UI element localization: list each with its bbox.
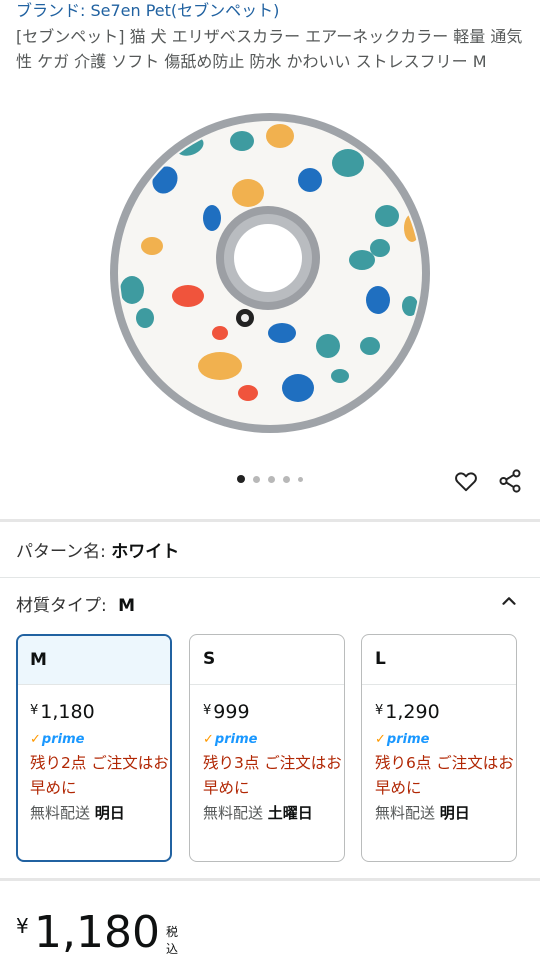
- currency-symbol: ¥: [16, 914, 29, 938]
- share-icon[interactable]: [497, 468, 523, 494]
- prime-check-icon: ✓: [203, 732, 214, 747]
- variant-size: M: [18, 636, 170, 685]
- prime-check-icon: ✓: [375, 732, 386, 747]
- stock-warning: 残り6点 ご注文はお早めに: [375, 754, 514, 797]
- prime-badge: ✓prime: [203, 732, 258, 747]
- material-type-row[interactable]: 材質タイプ: M: [16, 594, 135, 618]
- prime-badge: ✓prime: [30, 732, 85, 747]
- section-divider: [0, 519, 540, 522]
- material-value: M: [118, 596, 136, 616]
- shipping-info: 無料配送 土曜日: [203, 804, 313, 822]
- variant-card-l[interactable]: L ¥1,290 ✓prime 残り6点 ご注文はお早めに 無料配送 明日: [361, 634, 517, 862]
- variant-size: L: [362, 635, 516, 685]
- section-divider: [0, 878, 540, 881]
- pattern-name-row: パターン名: ホワイト: [16, 540, 179, 564]
- prime-check-icon: ✓: [30, 732, 41, 747]
- variant-price: ¥999: [203, 701, 250, 723]
- carousel-dot-3[interactable]: [268, 475, 275, 483]
- material-label: 材質タイプ:: [16, 596, 113, 616]
- variant-price: ¥1,180: [30, 701, 95, 723]
- variant-card-m[interactable]: M ¥1,180 ✓prime 残り2点 ご注文はお早めに 無料配送 明日: [16, 634, 172, 862]
- carousel-dot-1[interactable]: [237, 475, 245, 483]
- product-title: [セブンペット] 猫 犬 エリザベスカラー エアーネックカラー 軽量 通気性 ケ…: [16, 27, 523, 71]
- shipping-info: 無料配送 明日: [30, 804, 125, 822]
- prime-badge: ✓prime: [375, 732, 430, 747]
- carousel-dot-4[interactable]: [283, 475, 290, 483]
- variant-price: ¥1,290: [375, 701, 440, 723]
- chevron-up-icon[interactable]: [498, 590, 520, 612]
- row-divider: [0, 577, 540, 578]
- stock-warning: 残り2点 ご注文はお早めに: [30, 754, 169, 797]
- heart-icon[interactable]: [453, 468, 479, 494]
- brand-link[interactable]: ブランド: Se7en Pet(セブンペット): [16, 0, 279, 22]
- carousel-dot-5[interactable]: [298, 476, 303, 482]
- pattern-label: パターン名:: [16, 542, 112, 562]
- carousel-dot-2[interactable]: [253, 475, 260, 483]
- price-amount: 1,180: [34, 907, 160, 958]
- product-image: [110, 113, 430, 433]
- variant-size: S: [190, 635, 344, 685]
- tax-included-label: 税込: [166, 925, 179, 956]
- product-image-carousel[interactable]: [0, 100, 540, 460]
- stock-warning: 残り3点 ご注文はお早めに: [203, 754, 342, 797]
- shipping-info: 無料配送 明日: [375, 804, 470, 822]
- pattern-value: ホワイト: [111, 542, 180, 562]
- variant-card-s[interactable]: S ¥999 ✓prime 残り3点 ご注文はお早めに 無料配送 土曜日: [189, 634, 345, 862]
